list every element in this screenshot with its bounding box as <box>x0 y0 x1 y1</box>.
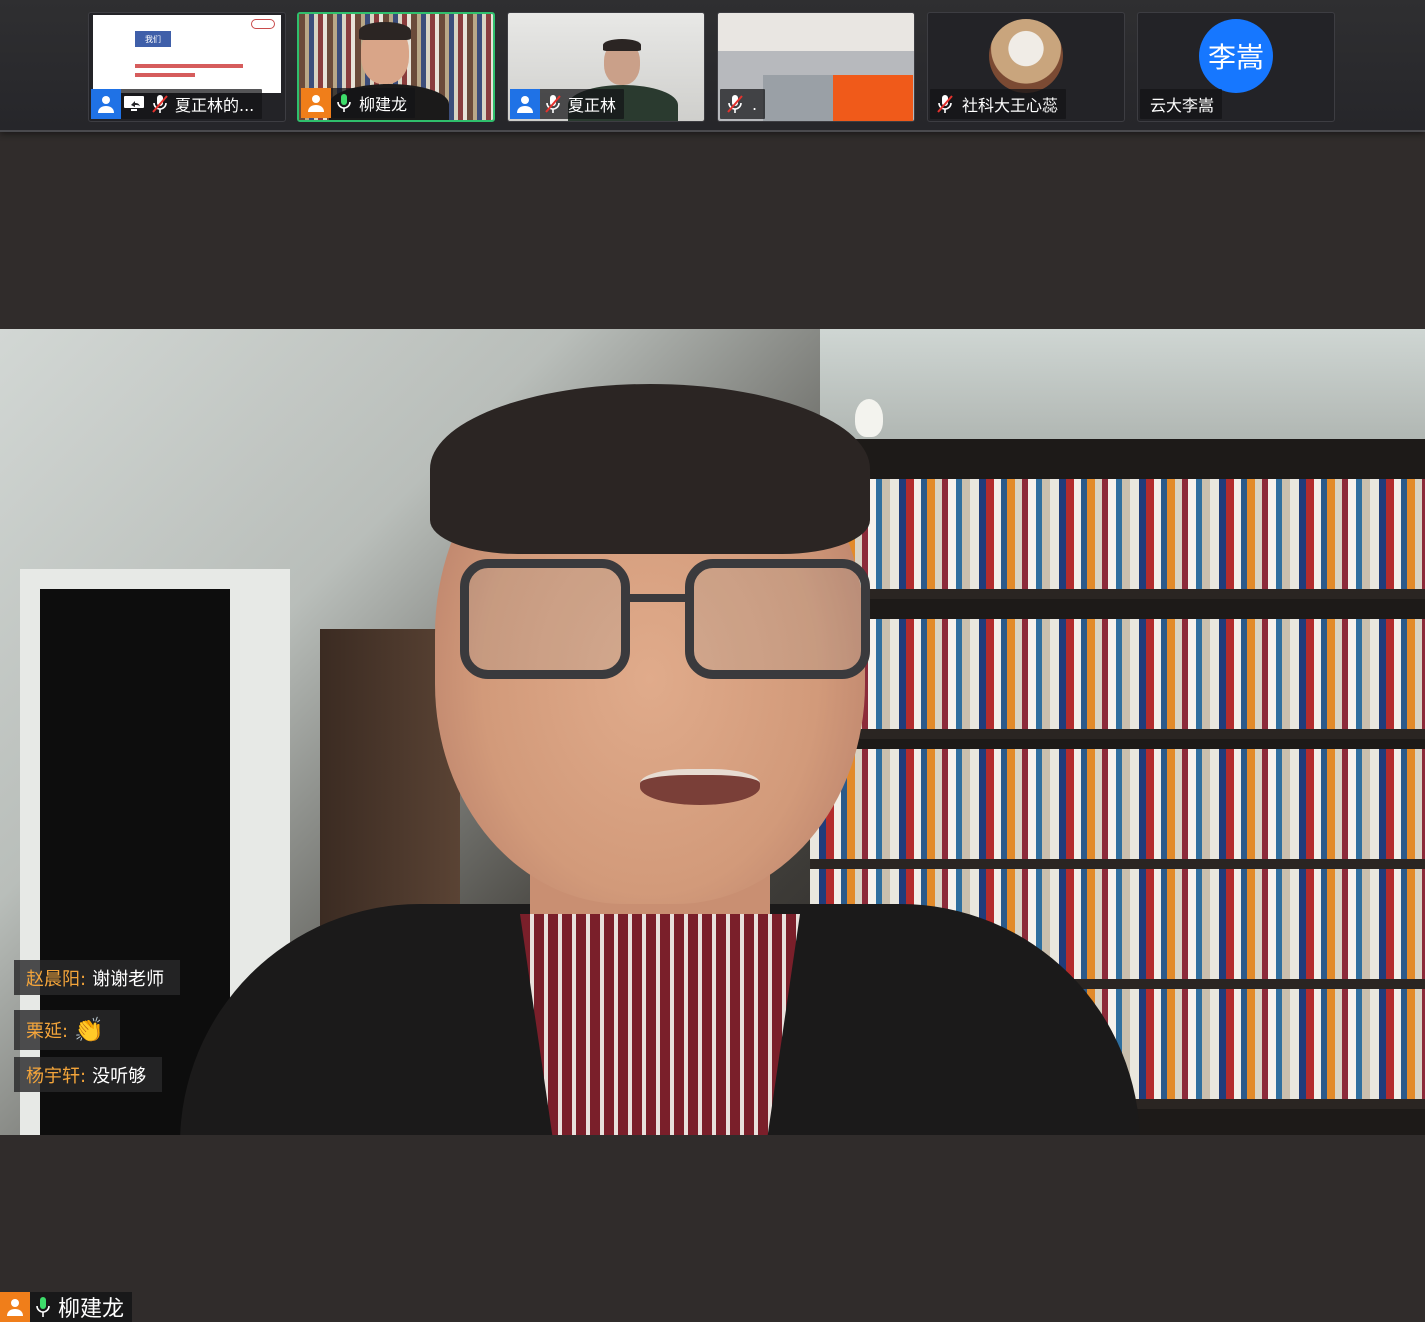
tile-status-bar: . <box>720 89 766 119</box>
tile-status-bar: 社科大王心蕊 <box>930 89 1067 119</box>
mic-active-icon <box>30 1292 56 1322</box>
mic-muted-icon <box>540 89 566 119</box>
participant-tile-share[interactable]: 我们 夏正林的... <box>88 12 286 122</box>
slide-text-line <box>135 73 195 77</box>
host-icon <box>91 89 121 119</box>
speaker <box>180 384 1140 1135</box>
mic-active-icon <box>331 88 357 118</box>
participant-name: 社科大王心蕊 <box>962 96 1059 115</box>
chat-sender: 杨宇轩: <box>26 1065 87 1087</box>
participant-tile[interactable]: 夏正林 <box>507 12 705 122</box>
participant-name: . <box>752 94 758 114</box>
mic-muted-icon <box>930 89 960 119</box>
tile-status-bar: 云大李嵩 <box>1140 89 1223 119</box>
chat-sender: 栗延: <box>26 1021 69 1042</box>
mic-muted-icon <box>147 89 173 119</box>
active-speaker-name: 柳建龙 <box>58 1297 125 1322</box>
chat-message: 栗延: 👏 <box>14 1010 120 1050</box>
participant-strip: 我们 夏正林的... 柳建龙 夏正林 . 社科大王心蕊 李嵩 云大李嵩 <box>0 0 1425 132</box>
participant-name: 柳建龙 <box>359 95 408 114</box>
participant-name: 夏正林的... <box>175 96 255 115</box>
tile-status-bar: 柳建龙 <box>301 88 416 118</box>
chat-message: 杨宇轩: 没听够 <box>14 1057 163 1092</box>
cohost-icon <box>0 1292 30 1322</box>
participant-tile[interactable]: 社科大王心蕊 <box>927 12 1125 122</box>
participant-tile[interactable]: 李嵩 云大李嵩 <box>1137 12 1335 122</box>
cohost-icon <box>301 88 331 118</box>
active-speaker-label: 柳建龙 <box>0 1292 133 1322</box>
mic-muted-icon <box>720 89 750 119</box>
screen-share-icon <box>121 89 147 119</box>
participant-name: 夏正林 <box>568 96 617 115</box>
participant-tile[interactable]: . <box>717 12 915 122</box>
host-icon <box>510 89 540 119</box>
chat-text: 没听够 <box>92 1065 147 1087</box>
slide-logo <box>251 19 275 29</box>
chat-message: 赵晨阳: 谢谢老师 <box>14 960 181 995</box>
shared-slide-thumbnail: 我们 <box>93 15 281 93</box>
avatar: 李嵩 <box>1199 19 1273 93</box>
participant-name: 云大李嵩 <box>1150 96 1215 115</box>
participant-tile-active[interactable]: 柳建龙 <box>297 12 495 122</box>
avatar <box>989 19 1063 93</box>
clap-icon: 👏 <box>74 1016 104 1044</box>
tile-status-bar: 夏正林 <box>510 89 625 119</box>
tile-status-bar: 夏正林的... <box>91 89 263 119</box>
main-video <box>0 329 1425 1135</box>
chat-text: 谢谢老师 <box>92 968 165 990</box>
slide-text-line <box>135 64 243 68</box>
chat-sender: 赵晨阳: <box>26 968 87 990</box>
slide-header: 我们 <box>135 31 171 47</box>
